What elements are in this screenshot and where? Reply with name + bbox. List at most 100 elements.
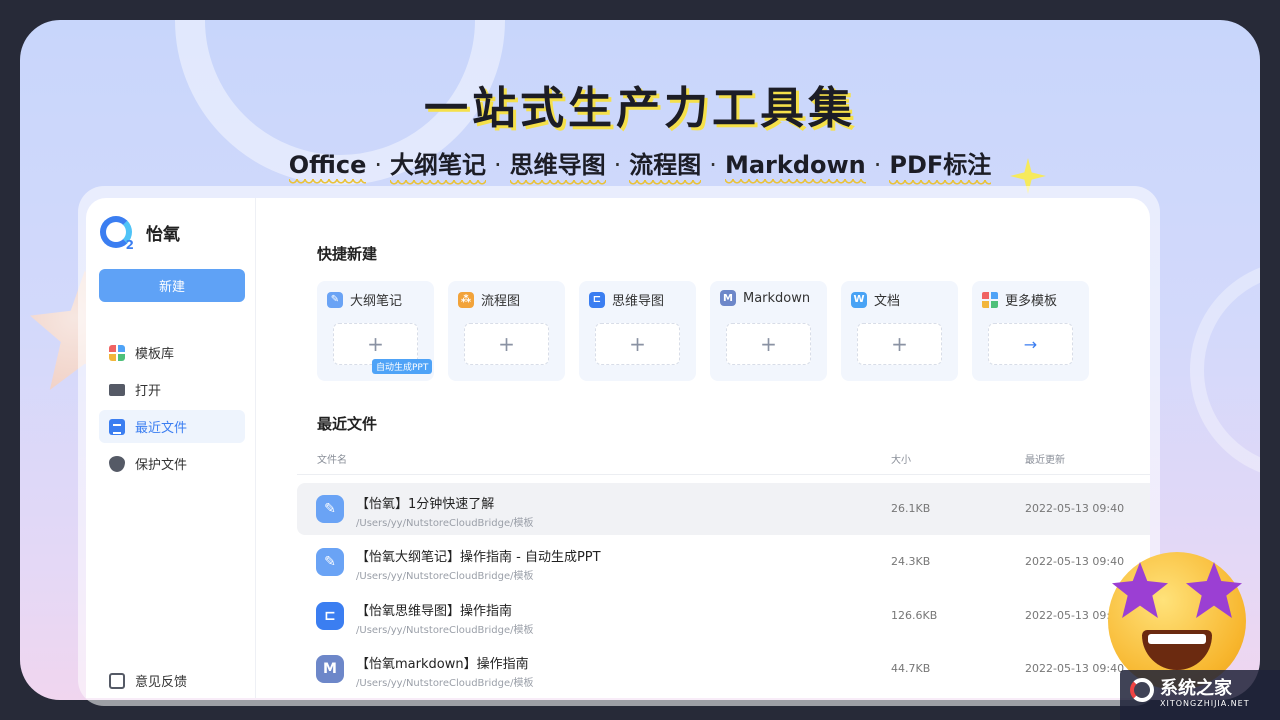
new-button[interactable]: 新建 (99, 269, 245, 302)
sidebar-item-open[interactable]: 打开 (99, 373, 245, 406)
chat-bubble-icon (109, 672, 125, 689)
template-grid-icon (109, 344, 125, 361)
folder-icon (109, 383, 125, 396)
separator: · (374, 151, 383, 179)
decorative-ring (1190, 260, 1260, 480)
feature-office: Office (288, 151, 367, 185)
app-window: 2 怡氧 新建 模板库 打开 最近文件 保护文件 意见反馈 快捷新建 ✎ 大纲笔… (86, 198, 1150, 698)
card-flowchart[interactable]: ⁂ 流程图 + (448, 281, 565, 381)
file-name: 【怡氧markdown】操作指南 (356, 657, 529, 672)
file-updated: 2022-05-13 09:40 (1025, 502, 1125, 515)
create-mindmap-button[interactable]: + (595, 323, 680, 365)
file-name: 【怡氧思维导图】操作指南 (356, 604, 513, 619)
main-content: 快捷新建 ✎ 大纲笔记 + 自动生成PPT ⁂ 流程图 + ⊏ 思维导图 + M… (256, 198, 1150, 698)
card-header: ⊏ 思维导图 (589, 290, 664, 309)
separator: · (613, 151, 622, 179)
file-path: /Users/yy/NutstoreCloudBridge/模板 (356, 625, 534, 636)
emoji-mouth (1142, 630, 1212, 670)
column-updated: 最近更新 (1025, 455, 1065, 466)
file-path: /Users/yy/NutstoreCloudBridge/模板 (356, 571, 534, 582)
create-flowchart-button[interactable]: + (464, 323, 549, 365)
table-row[interactable]: M 【怡氧markdown】操作指南 /Users/yy/NutstoreClo… (297, 643, 1150, 695)
card-label: 更多模板 (1005, 294, 1058, 309)
watermark-text: 系统之家 (1160, 678, 1232, 699)
more-templates-icon (982, 291, 998, 308)
card-header: W 文档 (851, 290, 900, 309)
sidebar-item-label: 最近文件 (135, 421, 188, 436)
outline-note-icon: ✎ (316, 495, 344, 523)
quick-new-title: 快捷新建 (317, 245, 378, 263)
feedback-label: 意见反馈 (135, 675, 188, 690)
hero-title: 一站式生产力工具集 (424, 83, 856, 134)
file-path: /Users/yy/NutstoreCloudBridge/模板 (356, 518, 534, 529)
markdown-icon: M (720, 290, 736, 306)
file-size: 26.1KB (891, 502, 931, 515)
document-icon (109, 418, 125, 435)
auto-ppt-badge: 自动生成PPT (372, 359, 433, 374)
card-markdown[interactable]: M Markdown + (710, 281, 827, 381)
feature-markdown: Markdown (724, 151, 866, 185)
sidebar-item-protected[interactable]: 保护文件 (99, 447, 245, 480)
file-name: 【怡氧大纲笔记】操作指南 - 自动生成PPT (356, 550, 601, 565)
file-size: 44.7KB (891, 662, 931, 675)
table-row[interactable]: ✎ 【怡氧】1分钟快速了解 /Users/yy/NutstoreCloudBri… (297, 483, 1150, 535)
watermark-subtext: XITONGZHIJIA.NET (1160, 699, 1250, 708)
file-updated: 2022-05-13 09:40 (1025, 662, 1125, 675)
app-logo: 2 怡氧 (100, 216, 180, 252)
more-templates-button[interactable]: → (988, 323, 1073, 365)
separator: · (709, 151, 717, 179)
feature-outline: 大纲笔记 (390, 145, 487, 186)
card-label: 思维导图 (612, 294, 665, 309)
file-size: 24.3KB (891, 555, 931, 568)
card-label: 流程图 (481, 294, 521, 309)
table-row[interactable]: ⊏ 【怡氧思维导图】操作指南 /Users/yy/NutstoreCloudBr… (297, 590, 1150, 642)
divider (297, 474, 1150, 475)
quick-new-cards: ✎ 大纲笔记 + 自动生成PPT ⁂ 流程图 + ⊏ 思维导图 + M Mark… (317, 281, 1089, 381)
mindmap-icon: ⊏ (316, 602, 344, 630)
card-document[interactable]: W 文档 + (841, 281, 958, 381)
card-header: 更多模板 (982, 290, 1057, 309)
card-label: 大纲笔记 (350, 294, 403, 309)
sidebar-item-label: 保护文件 (135, 458, 188, 473)
table-row[interactable]: ✎ 【怡氧大纲笔记】操作指南 - 自动生成PPT /Users/yy/Nutst… (297, 536, 1150, 588)
column-name: 文件名 (317, 455, 347, 466)
card-label: Markdown (743, 290, 811, 306)
file-name: 【怡氧】1分钟快速了解 (356, 497, 495, 512)
card-more-templates[interactable]: 更多模板 → (972, 281, 1089, 381)
feature-pdf: PDF标注 (889, 145, 992, 186)
card-mindmap[interactable]: ⊏ 思维导图 + (579, 281, 696, 381)
card-label: 文档 (874, 294, 901, 309)
markdown-icon: M (316, 655, 344, 683)
card-header: M Markdown (720, 290, 810, 306)
separator: · (873, 151, 882, 179)
watermark-logo-icon (1130, 678, 1154, 702)
card-header: ✎ 大纲笔记 (327, 290, 402, 309)
sidebar-item-templates[interactable]: 模板库 (99, 336, 245, 369)
feature-list: Office · 大纲笔记 · 思维导图 · 流程图 · Markdown · PDF标注 (20, 145, 1260, 186)
site-watermark: 系统之家 XITONGZHIJIA.NET (1120, 670, 1280, 720)
flowchart-icon: ⁂ (458, 291, 474, 308)
word-doc-icon: W (851, 291, 867, 308)
outline-note-icon: ✎ (327, 291, 343, 308)
sidebar-item-recent[interactable]: 最近文件 (99, 410, 245, 443)
card-header: ⁂ 流程图 (458, 290, 520, 309)
create-document-button[interactable]: + (857, 323, 942, 365)
file-size: 126.6KB (891, 609, 938, 622)
create-markdown-button[interactable]: + (726, 323, 811, 365)
column-size: 大小 (891, 455, 911, 466)
sidebar: 2 怡氧 新建 模板库 打开 最近文件 保护文件 意见反馈 (86, 198, 256, 698)
mindmap-icon: ⊏ (589, 291, 605, 308)
feature-flowchart: 流程图 (629, 145, 702, 186)
feature-mindmap: 思维导图 (509, 145, 606, 186)
recent-files-title: 最近文件 (317, 415, 378, 433)
file-path: /Users/yy/NutstoreCloudBridge/模板 (356, 678, 534, 689)
sidebar-item-label: 模板库 (135, 347, 175, 362)
outline-note-icon: ✎ (316, 548, 344, 576)
feedback-link[interactable]: 意见反馈 (99, 664, 245, 697)
file-updated: 2022-05-13 09:40 (1025, 555, 1125, 568)
logo-badge: 2 (125, 238, 134, 252)
card-outline-note[interactable]: ✎ 大纲笔记 + 自动生成PPT (317, 281, 434, 381)
sidebar-item-label: 打开 (135, 384, 162, 399)
logo-icon: 2 (100, 216, 134, 252)
shield-icon (109, 455, 125, 472)
